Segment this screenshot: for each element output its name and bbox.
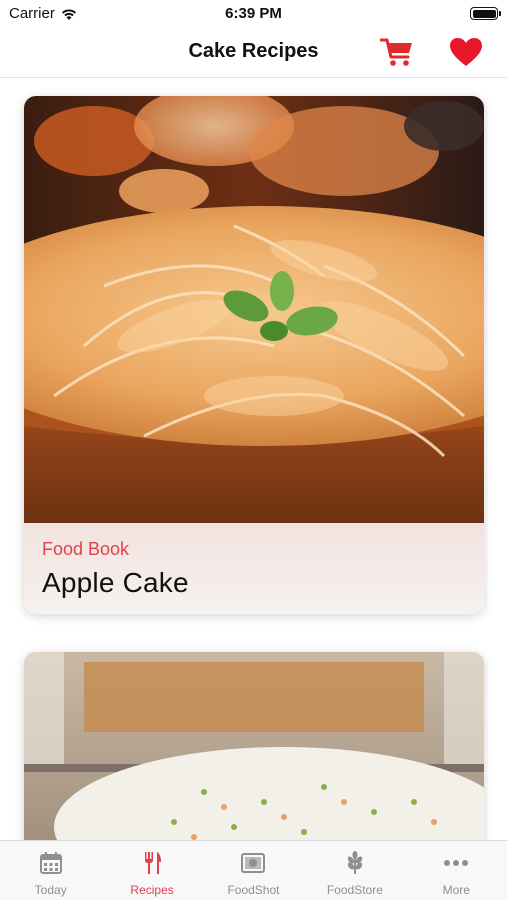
recipe-title: Apple Cake	[42, 567, 189, 598]
photo-frame-icon	[241, 853, 266, 873]
status-time: 6:39 PM	[225, 5, 282, 22]
more-dots-icon	[444, 860, 469, 866]
navigation-bar: Cake Recipes	[0, 28, 507, 78]
status-bar: Carrier 6:39 PM	[0, 0, 507, 28]
tab-more[interactable]: More	[406, 841, 507, 900]
tab-label: Recipes	[130, 883, 174, 897]
tab-foodshot[interactable]: FoodShot	[203, 841, 304, 900]
recipe-card-apple-cake[interactable]: Food Book Apple Cake	[24, 96, 484, 614]
recipe-card[interactable]	[24, 652, 484, 840]
tab-label: FoodShot	[227, 883, 280, 897]
recipe-card-image	[24, 652, 484, 840]
recipe-card-image	[24, 96, 484, 523]
page-title: Cake Recipes	[188, 40, 319, 62]
tab-bar: Today Recipes FoodShot FoodStore More	[0, 840, 507, 900]
battery-icon	[470, 7, 501, 20]
cart-button[interactable]	[379, 37, 414, 67]
tab-today[interactable]: Today	[0, 841, 101, 900]
tab-label: More	[442, 883, 470, 897]
recipe-feed[interactable]: Food Book Apple Cake	[0, 79, 507, 840]
leaf-icon	[347, 851, 363, 874]
recipe-source: Food Book	[42, 539, 130, 559]
tab-label: FoodStore	[326, 883, 383, 897]
tab-label: Today	[34, 883, 67, 897]
favorites-button[interactable]	[448, 36, 484, 68]
shopping-cart-icon	[379, 38, 412, 66]
tab-foodstore[interactable]: FoodStore	[304, 841, 405, 900]
calendar-icon	[39, 852, 62, 874]
heart-icon	[450, 38, 482, 66]
tab-recipes[interactable]: Recipes	[101, 841, 202, 900]
recipe-card-caption: Food Book Apple Cake	[24, 523, 484, 614]
fork-knife-icon	[145, 852, 162, 874]
